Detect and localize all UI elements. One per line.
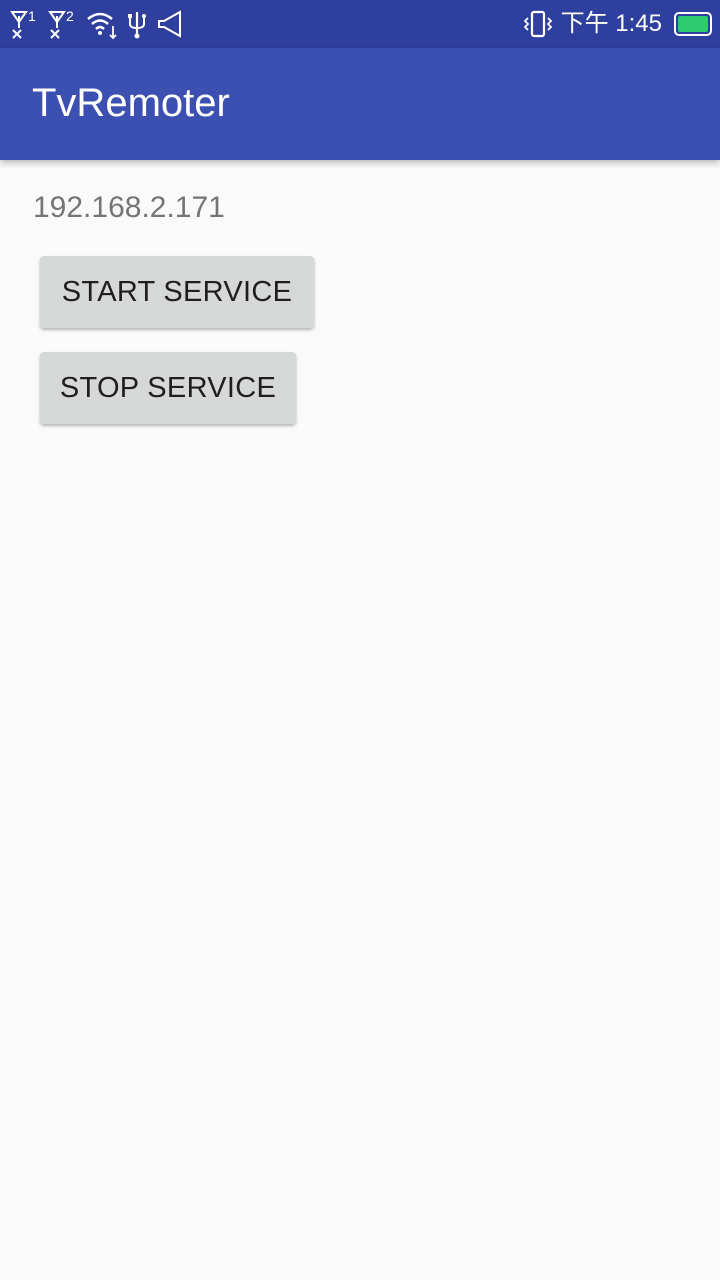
- sim1-label: 1: [28, 8, 36, 24]
- signal-sim2-icon: 2: [48, 8, 78, 40]
- vibrate-icon: [523, 8, 553, 40]
- stop-service-button[interactable]: STOP SERVICE: [40, 352, 296, 424]
- start-service-button[interactable]: START SERVICE: [40, 256, 314, 328]
- sim2-label: 2: [66, 8, 74, 24]
- status-bar-left: 1 2: [10, 8, 184, 40]
- wifi-icon: [86, 8, 118, 40]
- app-bar: TvRemoter: [0, 48, 720, 160]
- status-bar-right: 下午 1:45: [523, 8, 712, 40]
- notification-icon: [156, 8, 184, 40]
- status-time: 下午 1:45: [560, 10, 662, 37]
- signal-sim1-icon: 1: [10, 8, 40, 40]
- battery-icon: [674, 12, 712, 36]
- usb-icon: [126, 8, 148, 40]
- app-title: TvRemoter: [32, 81, 230, 125]
- ip-address-text: 192.168.2.171: [33, 191, 225, 224]
- status-bar: 1 2 下午 1:45: [0, 0, 720, 48]
